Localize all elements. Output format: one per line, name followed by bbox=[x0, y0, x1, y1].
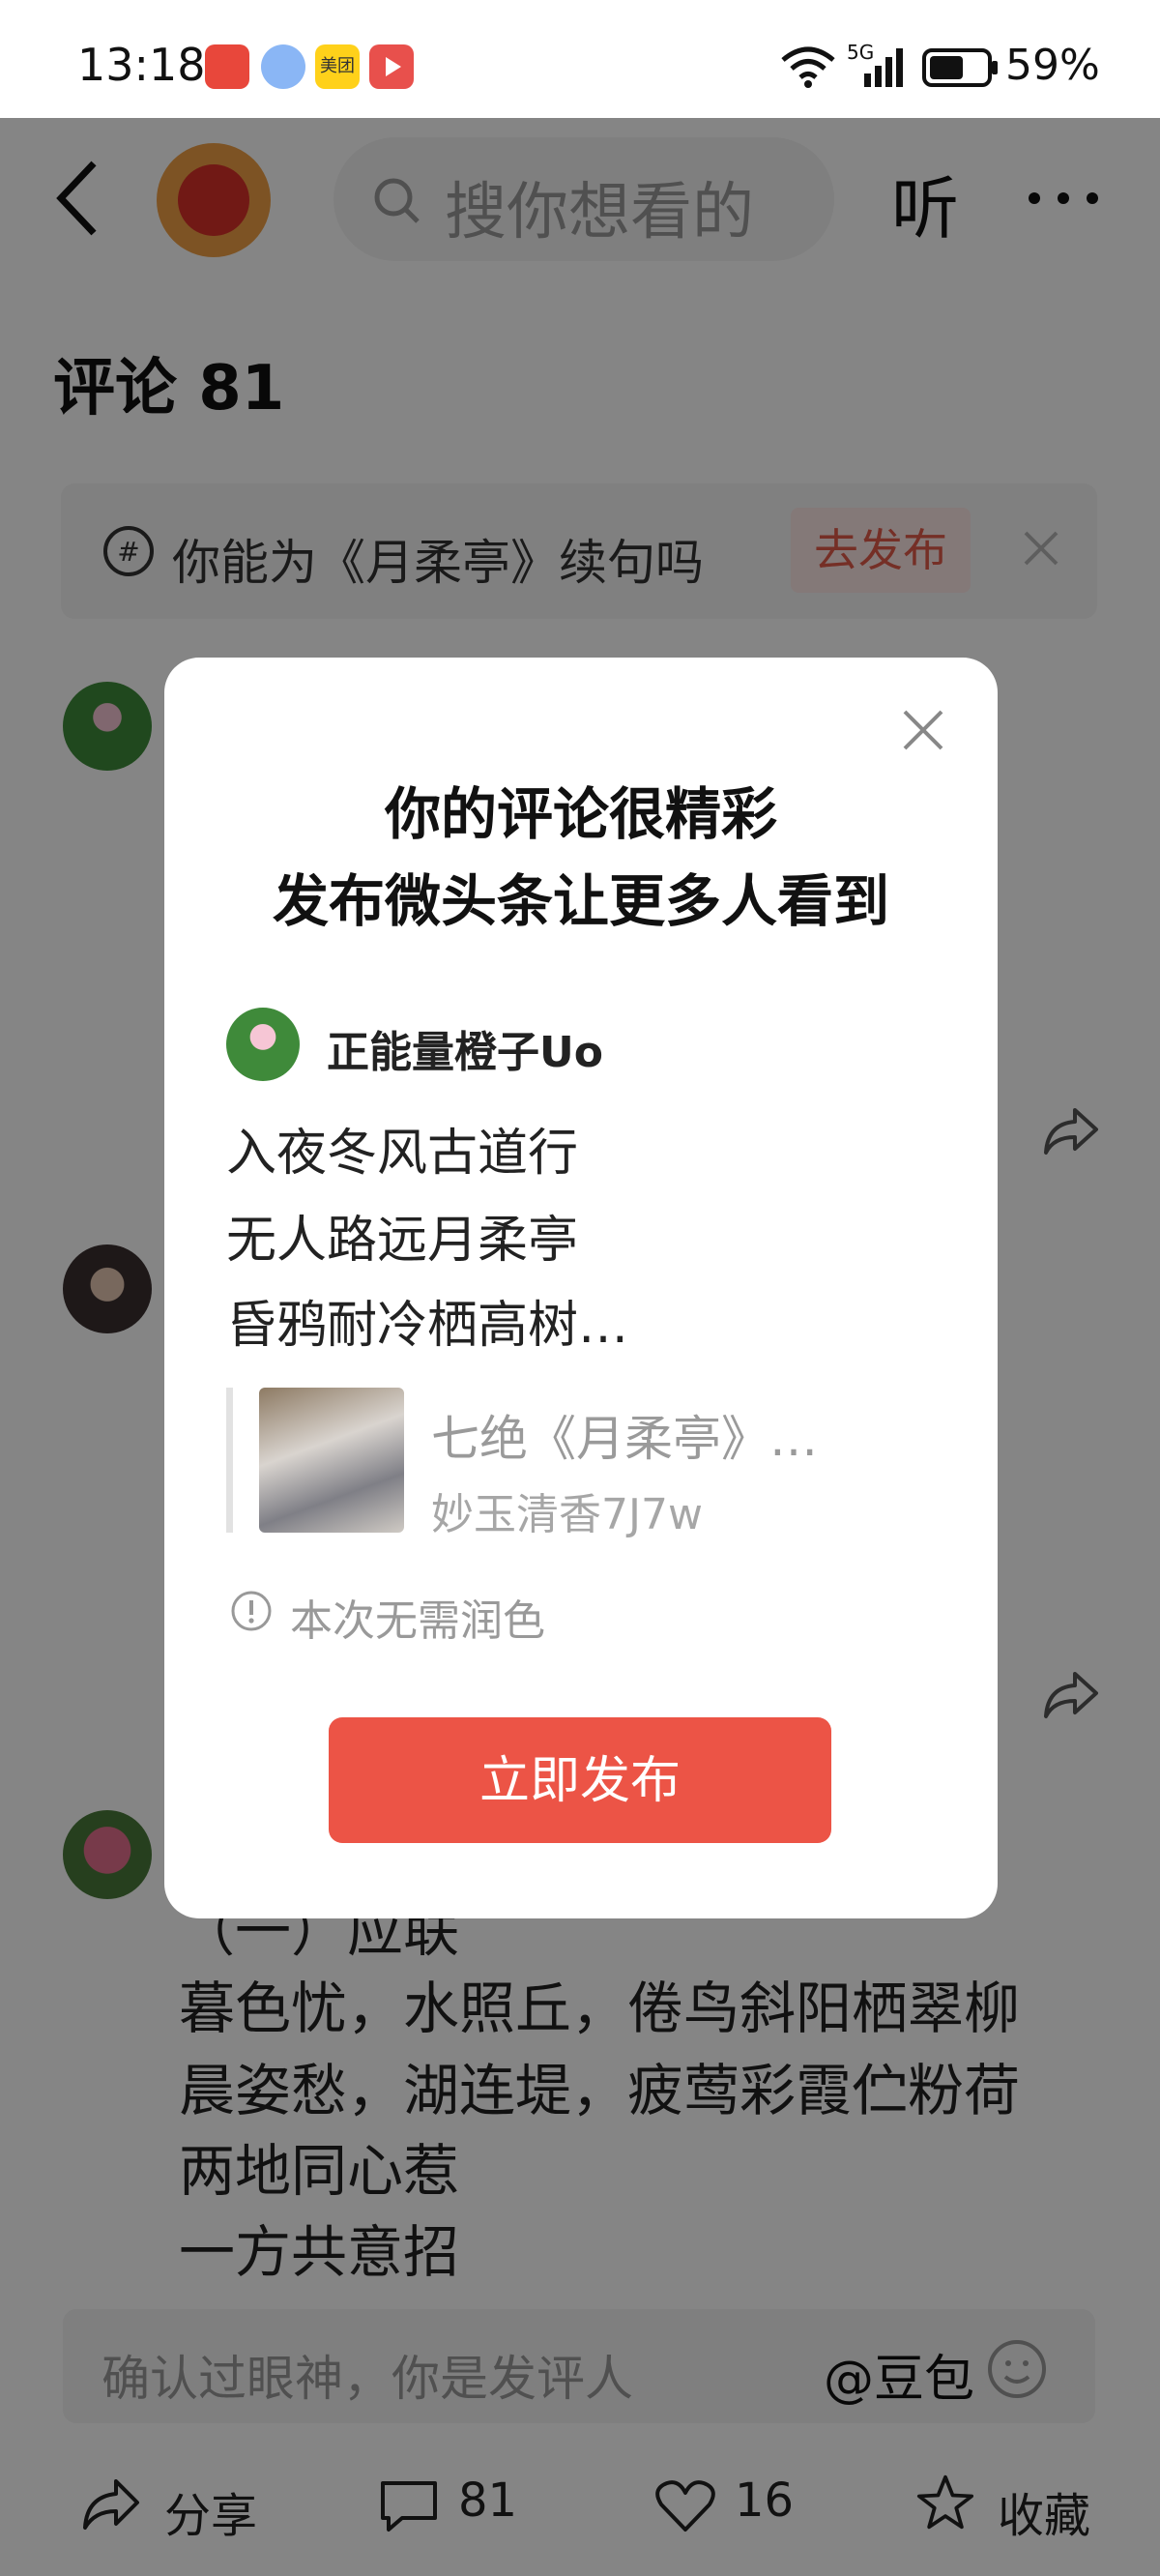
poem-line: 无人路远月柔亭 bbox=[226, 1212, 579, 1270]
wifi-icon bbox=[781, 46, 835, 88]
dialog-title-line1: 你的评论很精彩 bbox=[384, 781, 777, 847]
username: 正能量橙子Uo bbox=[327, 1028, 603, 1077]
status-time: 13:18 bbox=[77, 39, 206, 91]
info-icon bbox=[231, 1591, 272, 1631]
poem-line: 昏鸦耐冷栖高树… bbox=[226, 1297, 629, 1355]
battery-icon bbox=[922, 48, 998, 87]
battery-percent: 59% bbox=[1005, 41, 1100, 90]
meituan-icon: 美团 bbox=[315, 44, 360, 89]
publish-now-button[interactable]: 立即发布 bbox=[329, 1717, 831, 1843]
618-app-icon bbox=[205, 44, 249, 89]
user-avatar bbox=[226, 1008, 300, 1081]
quoted-article-title: 七绝《月柔亭》… bbox=[431, 1411, 818, 1467]
quote-divider bbox=[226, 1388, 233, 1533]
mascot-app-icon bbox=[261, 44, 305, 89]
poem-line: 入夜冬风古道行 bbox=[226, 1125, 579, 1183]
quoted-article-author: 妙玉清香7J7w bbox=[431, 1490, 703, 1539]
signal-icon bbox=[864, 48, 903, 87]
no-polish-notice: 本次无需润色 bbox=[290, 1596, 545, 1646]
video-app-icon bbox=[369, 44, 414, 89]
quoted-article-thumbnail bbox=[259, 1388, 404, 1533]
dialog-title-line2: 发布微头条让更多人看到 bbox=[272, 868, 889, 934]
status-bar: 13:18 美团 5G 59% bbox=[0, 0, 1160, 118]
close-dialog-icon[interactable] bbox=[899, 706, 947, 754]
